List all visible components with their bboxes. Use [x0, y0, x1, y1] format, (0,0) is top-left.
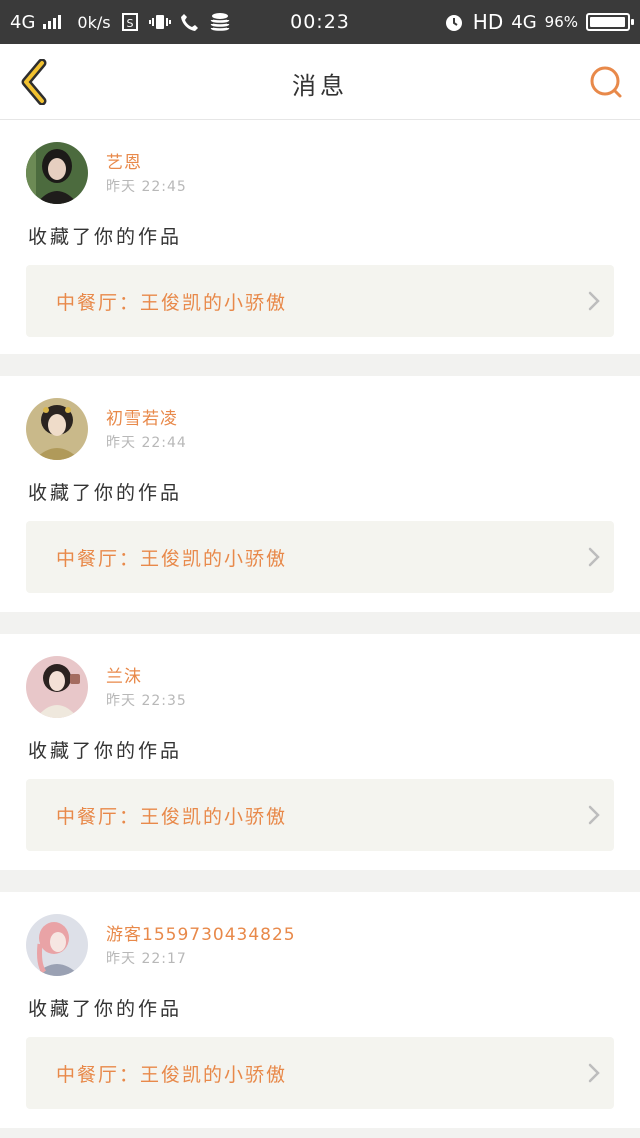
signal-icon	[43, 15, 62, 29]
work-link[interactable]: 中餐厅：王俊凯的小骄傲	[26, 521, 614, 593]
alarm-icon	[443, 11, 465, 33]
message-card: 兰沫 昨天 22:35 收藏了你的作品 中餐厅：王俊凯的小骄傲	[0, 634, 640, 870]
work-link[interactable]: 中餐厅：王俊凯的小骄傲	[26, 1037, 614, 1109]
timestamp: 昨天 22:44	[106, 435, 187, 451]
sim-icon: S	[119, 11, 141, 33]
data-icon	[209, 11, 231, 33]
work-title: 中餐厅：王俊凯的小骄傲	[56, 805, 288, 828]
username[interactable]: 艺恩	[106, 148, 142, 173]
avatar[interactable]	[26, 398, 88, 460]
action-text: 收藏了你的作品	[28, 482, 183, 504]
chevron-right-icon	[574, 537, 614, 577]
action-text: 收藏了你的作品	[28, 998, 183, 1020]
work-title: 中餐厅：王俊凯的小骄傲	[56, 547, 288, 570]
username[interactable]: 初雪若凌	[106, 404, 178, 429]
battery-percent: 96%	[544, 13, 578, 31]
nav-header: 消息	[0, 44, 640, 120]
chevron-right-icon	[574, 281, 614, 321]
username[interactable]: 兰沫	[106, 662, 142, 687]
network-type: 4G	[10, 11, 36, 33]
message-card: 游客15597304348​25 昨天 22:17 收藏了你的作品 中餐厅：王俊…	[0, 892, 640, 1128]
message-card: 初雪若凌 昨天 22:44 收藏了你的作品 中餐厅：王俊凯的小骄傲	[0, 376, 640, 612]
battery-icon	[586, 13, 634, 31]
status-bar: 4G 0k/s S 00:23 HD 4G 96%	[0, 0, 640, 44]
vibrate-icon	[148, 11, 171, 33]
work-link[interactable]: 中餐厅：王俊凯的小骄傲	[26, 265, 614, 337]
avatar[interactable]	[26, 142, 88, 204]
page-title: 消息	[292, 72, 348, 100]
username[interactable]: 游客15597304348​25	[106, 920, 296, 945]
network-type-right: 4G	[511, 11, 537, 33]
timestamp: 昨天 22:17	[106, 951, 187, 967]
svg-text:S: S	[126, 17, 133, 30]
call-icon	[179, 11, 201, 33]
chevron-right-icon	[574, 1053, 614, 1093]
timestamp: 昨天 22:35	[106, 693, 187, 709]
timestamp: 昨天 22:45	[106, 179, 187, 195]
work-link[interactable]: 中餐厅：王俊凯的小骄傲	[26, 779, 614, 851]
work-title: 中餐厅：王俊凯的小骄傲	[56, 291, 288, 314]
action-text: 收藏了你的作品	[28, 740, 183, 762]
message-card: 艺恩 昨天 22:45 收藏了你的作品 中餐厅：王俊凯的小骄傲	[0, 120, 640, 354]
hd-label: HD	[472, 10, 504, 34]
work-title: 中餐厅：王俊凯的小骄傲	[56, 1063, 288, 1086]
avatar[interactable]	[26, 656, 88, 718]
action-text: 收藏了你的作品	[28, 226, 183, 248]
network-speed: 0k/s	[77, 12, 111, 32]
message-list: 艺恩 昨天 22:45 收藏了你的作品 中餐厅：王俊凯的小骄傲 初雪若凌 昨天 …	[0, 120, 640, 1138]
chevron-right-icon	[574, 795, 614, 835]
search-button[interactable]	[586, 62, 626, 102]
avatar[interactable]	[26, 914, 88, 976]
search-icon	[590, 66, 622, 98]
